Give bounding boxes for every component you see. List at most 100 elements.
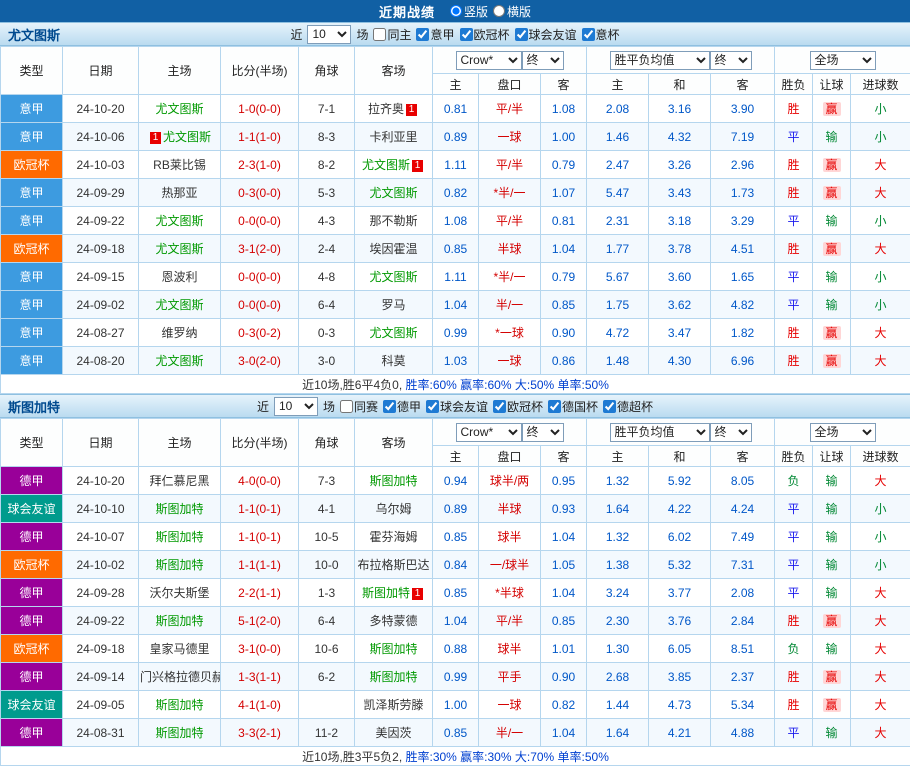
match-count-select[interactable]: 10 xyxy=(274,397,318,416)
filter-option-1[interactable]: 德甲 xyxy=(383,398,421,415)
sub-column-header: 让球 xyxy=(813,446,851,467)
handicap-result-text: 输 xyxy=(826,530,838,544)
result-goals: 小 xyxy=(851,207,910,235)
summary-text: 大:50% xyxy=(512,378,555,392)
filter-option-0[interactable]: 同赛 xyxy=(340,398,378,415)
filter-option-4[interactable]: 意杯 xyxy=(582,26,620,43)
filter-checkbox[interactable] xyxy=(515,28,528,41)
result-handicap: 输 xyxy=(813,207,851,235)
away-team: 尤文图斯 xyxy=(355,319,433,347)
result-outcome: 平 xyxy=(775,523,813,551)
summary-text: 赢率:30% xyxy=(457,750,512,764)
result-handicap: 输 xyxy=(813,291,851,319)
avg-odds-select[interactable]: 胜平负均值 xyxy=(610,51,710,70)
filter-checkbox[interactable] xyxy=(493,400,506,413)
avg-odds-select[interactable]: 胜平负均值 xyxy=(610,423,710,442)
result-outcome: 胜 xyxy=(775,607,813,635)
result-handicap: 赢 xyxy=(813,347,851,375)
handicap-odds-home: 1.11 xyxy=(433,151,479,179)
column-header: 类型 xyxy=(1,419,63,467)
handicap-line: 半球 xyxy=(479,235,541,263)
match-count-select[interactable]: 10 xyxy=(307,25,351,44)
avg-final-select[interactable]: 终 xyxy=(710,423,752,442)
home-team-name: 斯图加特 xyxy=(155,726,203,740)
handicap-result-text: 赢 xyxy=(823,614,841,628)
filter-option-3[interactable]: 欧冠杯 xyxy=(493,398,543,415)
handicap-result-text: 赢 xyxy=(823,670,841,684)
filter-option-5[interactable]: 德超杯 xyxy=(603,398,653,415)
handicap-odds-home: 0.88 xyxy=(433,635,479,663)
match-date: 24-09-28 xyxy=(63,579,139,607)
away-team: 拉齐奥1 xyxy=(355,95,433,123)
odds-company-select[interactable]: Crow* xyxy=(456,423,522,442)
handicap-line: 平/半 xyxy=(479,207,541,235)
result-outcome: 胜 xyxy=(775,235,813,263)
sub-column-header: 胜负 xyxy=(775,74,813,95)
avg-odds-draw: 5.32 xyxy=(649,551,711,579)
scope-select[interactable]: 全场 xyxy=(810,423,876,442)
horizontal-radio[interactable] xyxy=(493,5,505,17)
away-team-name: 霍芬海姆 xyxy=(369,530,417,544)
result-outcome: 平 xyxy=(775,263,813,291)
odds-company-group: Crow*终 xyxy=(433,47,587,74)
filter-option-3[interactable]: 球会友谊 xyxy=(515,26,577,43)
away-team-name: 斯图加特 xyxy=(369,642,417,656)
handicap-odds-away: 1.04 xyxy=(541,719,587,747)
match-date: 24-10-20 xyxy=(63,95,139,123)
filter-checkbox[interactable] xyxy=(373,28,386,41)
away-team-name: 那不勒斯 xyxy=(369,214,417,228)
filter-checkbox[interactable] xyxy=(383,400,396,413)
home-team: 尤文图斯 xyxy=(139,235,221,263)
score: 3-0(2-0) xyxy=(221,347,299,375)
match-row: 欧冠杯24-10-02斯图加特1-1(1-1)10-0布拉格斯巴达0.84一/球… xyxy=(1,551,910,579)
filter-option-4[interactable]: 德国杯 xyxy=(548,398,598,415)
vertical-radio[interactable] xyxy=(450,5,462,17)
odds-final-select[interactable]: 终 xyxy=(522,51,564,70)
handicap-result-text: 输 xyxy=(826,586,838,600)
result-goals: 大 xyxy=(851,179,910,207)
column-header: 类型 xyxy=(1,47,63,95)
result-goals: 大 xyxy=(851,691,910,719)
handicap-result-text: 输 xyxy=(826,726,838,740)
avg-final-select[interactable]: 终 xyxy=(710,51,752,70)
result-goals: 大 xyxy=(851,579,910,607)
summary-text: 胜率:30% xyxy=(405,750,456,764)
match-date: 24-09-14 xyxy=(63,663,139,691)
filter-checkbox[interactable] xyxy=(340,400,353,413)
handicap-line: *一球 xyxy=(479,319,541,347)
odds-final-select[interactable]: 终 xyxy=(522,423,564,442)
results-table: 类型日期主场比分(半场)角球客场Crow*终胜平负均值终全场主盘口客主和客胜负让… xyxy=(0,46,910,394)
layout-option-horizontal[interactable]: 横版 xyxy=(493,3,531,20)
away-team-name: 斯图加特 xyxy=(369,474,417,488)
home-team: RB莱比锡 xyxy=(139,151,221,179)
filter-checkbox[interactable] xyxy=(548,400,561,413)
match-row: 欧冠杯24-10-03RB莱比锡2-3(1-0)8-2尤文图斯11.11平/半0… xyxy=(1,151,910,179)
filter-option-0[interactable]: 同主 xyxy=(373,26,411,43)
corners: 6-4 xyxy=(299,291,355,319)
layout-option-vertical[interactable]: 竖版 xyxy=(450,3,488,20)
filter-label: 德国杯 xyxy=(562,398,598,415)
handicap-result-text: 输 xyxy=(826,270,838,284)
handicap-odds-away: 1.01 xyxy=(541,635,587,663)
filter-option-2[interactable]: 球会友谊 xyxy=(426,398,488,415)
filter-option-1[interactable]: 意甲 xyxy=(416,26,454,43)
summary-row: 近10场,胜3平5负2, 胜率:30% 赢率:30% 大:70% 单率:50% xyxy=(1,747,910,766)
filter-option-2[interactable]: 欧冠杯 xyxy=(460,26,510,43)
odds-company-select[interactable]: Crow* xyxy=(456,51,522,70)
avg-odds-win: 2.31 xyxy=(587,207,649,235)
handicap-line: *半/一 xyxy=(479,179,541,207)
filter-checkbox[interactable] xyxy=(426,400,439,413)
filter-checkbox[interactable] xyxy=(460,28,473,41)
result-handicap: 赢 xyxy=(813,691,851,719)
sub-column-header: 和 xyxy=(649,446,711,467)
filter-checkbox[interactable] xyxy=(416,28,429,41)
filter-checkbox[interactable] xyxy=(603,400,616,413)
away-team: 布拉格斯巴达 xyxy=(355,551,433,579)
scope-select[interactable]: 全场 xyxy=(810,51,876,70)
league-type-badge: 德甲 xyxy=(1,579,63,607)
corners: 0-3 xyxy=(299,319,355,347)
avg-odds-win: 3.24 xyxy=(587,579,649,607)
result-goals: 小 xyxy=(851,523,910,551)
filter-checkbox[interactable] xyxy=(582,28,595,41)
avg-odds-lose: 7.19 xyxy=(711,123,775,151)
